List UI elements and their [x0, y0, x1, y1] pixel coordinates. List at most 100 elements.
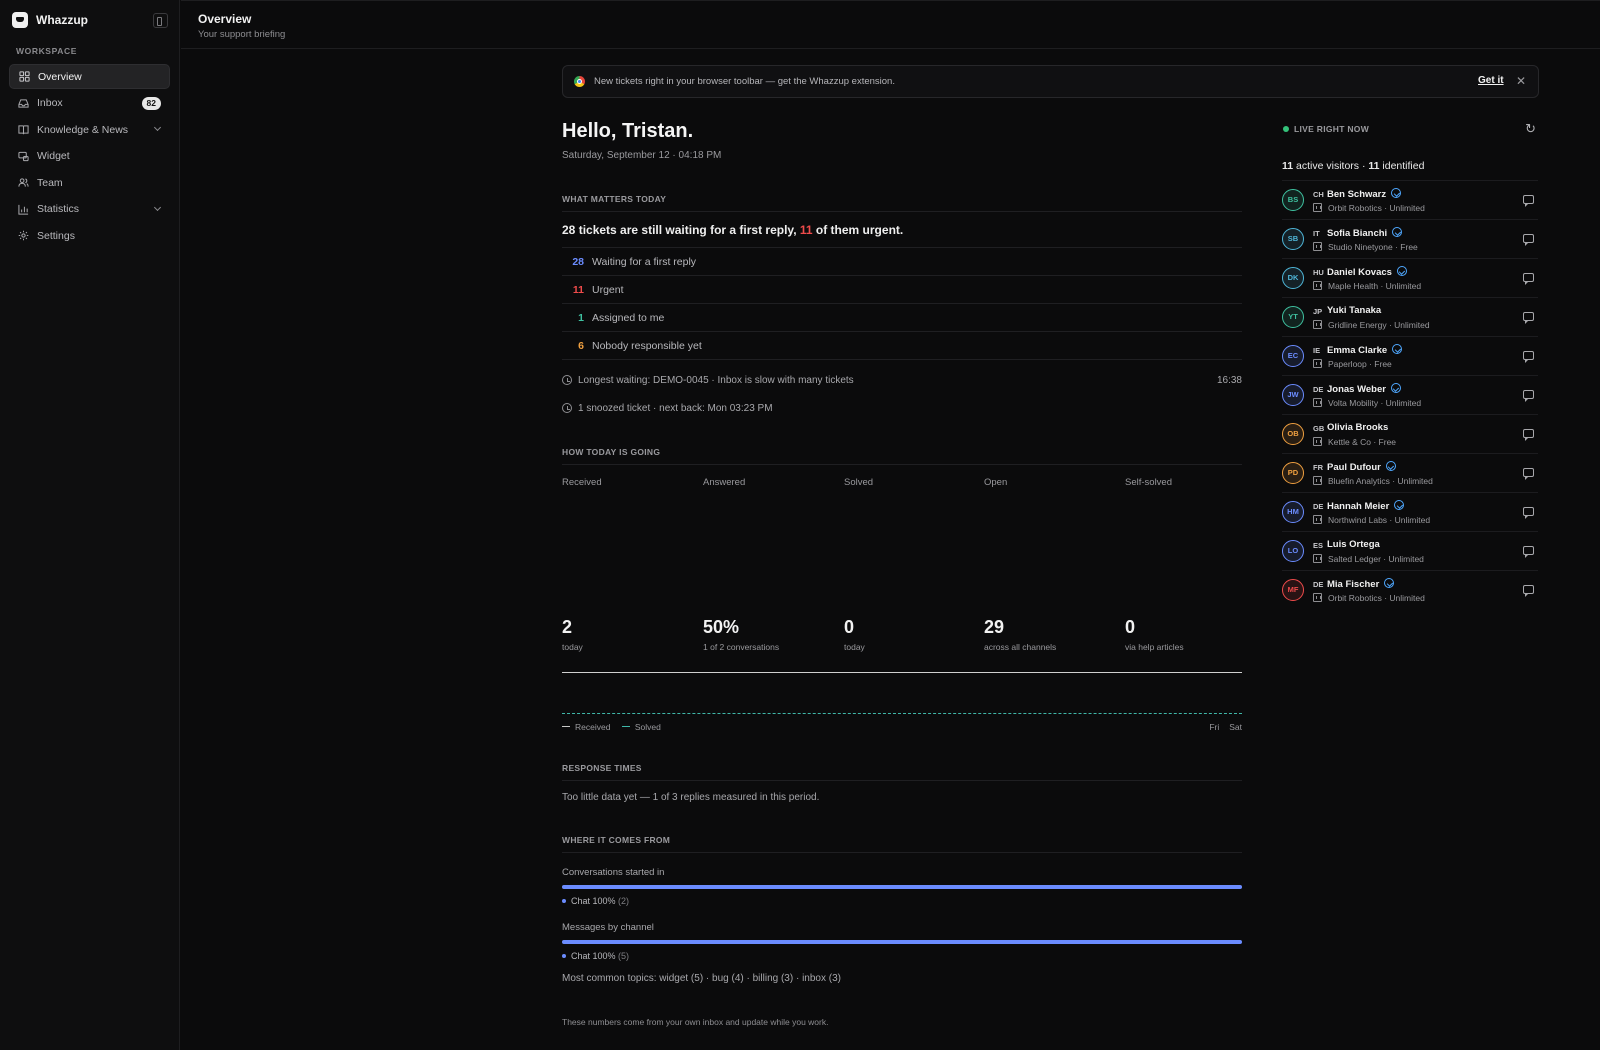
sidebar-item-label: Statistics [37, 203, 80, 215]
visitor-row[interactable]: LO ES Luis Ortega Salted Ledger · Unlimited [1282, 531, 1538, 570]
avatar: LO [1282, 540, 1304, 562]
avatar: MF [1282, 579, 1304, 601]
avatar: JW [1282, 384, 1304, 406]
chat-icon[interactable] [1523, 390, 1534, 402]
whazzup-logo-icon [12, 12, 28, 28]
active-count: 11 [1282, 160, 1294, 172]
conversations-bar-fill [562, 885, 1242, 889]
sidebar-item-label: Overview [38, 70, 82, 83]
snoozed-info[interactable]: 1 snoozed ticket · next back: Mon 03:23 … [562, 403, 773, 414]
visitor-name-text: Emma Clarke [1327, 345, 1388, 356]
chat-icon[interactable] [1523, 234, 1534, 246]
stat-sub: today [844, 642, 865, 652]
chat-icon[interactable] [1523, 546, 1534, 558]
visitor-row[interactable]: HM DE Hannah Meier Northwind Labs · Unlimit… [1282, 492, 1538, 531]
visitor-row[interactable]: YT JP Yuki Tanaka Gridline Energy · Unlimit… [1282, 297, 1538, 336]
legend-text: Chat 100% [571, 951, 616, 961]
chat-icon[interactable] [1523, 429, 1534, 441]
chat-icon[interactable] [1523, 195, 1534, 207]
building-icon [1313, 515, 1322, 524]
summary-count: 28 [562, 223, 576, 237]
chat-icon[interactable] [1523, 585, 1534, 597]
close-icon[interactable]: ✕ [1516, 74, 1526, 88]
metric-urgent[interactable]: 11 Urgent [562, 276, 1242, 304]
avatar: OB [1282, 423, 1304, 445]
stat-value: 50% [703, 617, 740, 637]
visitor-company: Maple Health · Unlimited [1328, 281, 1422, 291]
visitor-company: Paperloop · Free [1328, 359, 1392, 369]
get-extension-link[interactable]: Get it [1478, 75, 1504, 86]
chevron-down-icon[interactable] [153, 123, 162, 132]
longest-waiting[interactable]: Longest waiting: DEMO-0045 · Inbox is sl… [562, 375, 854, 386]
visitor-name-text: Jonas Weber [1327, 384, 1386, 395]
sidebar-item-inbox[interactable]: Inbox 82 [9, 91, 170, 116]
visitor-row[interactable]: BS CH Ben Schwarz Orbit Robotics · Unlimite… [1282, 180, 1538, 219]
chat-dot [562, 954, 566, 958]
visitor-row[interactable]: EC IE Emma Clarke Paperloop · Free [1282, 336, 1538, 375]
metric-assigned[interactable]: 1 Assigned to me [562, 304, 1242, 332]
stat-received: Received 2 today [562, 477, 702, 652]
visitor-name: Yuki Tanaka [1327, 305, 1381, 316]
conversations-bar [562, 885, 1242, 889]
visitor-name: Jonas Weber [1327, 383, 1401, 395]
visitor-row[interactable]: JW DE Jonas Weber Volta Mobility · Unlimite… [1282, 375, 1538, 414]
greeting-date: Saturday, September 12 · 04:18 PM [562, 150, 722, 161]
collapse-sidebar-icon[interactable] [153, 13, 168, 28]
chart-legend: Received Solved [562, 722, 661, 732]
sidebar-item-settings[interactable]: Settings [9, 223, 170, 248]
refresh-icon[interactable]: ↻ [1525, 121, 1536, 137]
country-code: IE [1313, 346, 1321, 355]
visitor-row[interactable]: PD FR Paul Dufour Bluefin Analytics · Unlim… [1282, 453, 1538, 492]
sidebar-item-statistics[interactable]: Statistics [9, 197, 170, 222]
visitor-name-text: Luis Ortega [1327, 539, 1380, 550]
building-icon [1313, 437, 1322, 446]
metric-value: 11 [572, 284, 584, 296]
conversations-started-label: Conversations started in [562, 867, 665, 878]
sidebar-item-label: Inbox [37, 97, 63, 109]
visitor-row[interactable]: DK HU Daniel Kovacs Maple Health · Unlimite… [1282, 258, 1538, 297]
country-code: FR [1313, 463, 1323, 472]
chat-icon[interactable] [1523, 273, 1534, 285]
bar-chart-icon [18, 204, 29, 215]
gear-icon [18, 230, 29, 241]
visitor-name: Luis Ortega [1327, 539, 1380, 550]
visitor-row[interactable]: MF DE Mia Fischer Orbit Robotics · Unlimite… [1282, 570, 1538, 609]
stat-value: 2 [562, 617, 573, 637]
chat-icon[interactable] [1523, 468, 1534, 480]
visitor-company: Orbit Robotics · Unlimited [1328, 203, 1425, 213]
x-tick: Fri [1209, 722, 1220, 732]
legend-count: (2) [618, 896, 630, 906]
live-label: LIVE RIGHT NOW [1294, 124, 1370, 134]
summary-end: of them urgent. [812, 223, 904, 237]
metric-nobody[interactable]: 6 Nobody responsible yet [562, 332, 1242, 360]
visitor-row[interactable]: SB IT Sofia Bianchi Studio Ninetyone · Free [1282, 219, 1538, 258]
chat-icon[interactable] [1523, 507, 1534, 519]
sidebar-item-overview[interactable]: Overview [9, 64, 170, 89]
chat-icon[interactable] [1523, 312, 1534, 324]
stat-open: Open 29 across all channels [984, 477, 1124, 652]
solved-series-line [562, 713, 1242, 714]
footnote: These numbers come from your own inbox a… [562, 1017, 829, 1027]
inbox-icon [18, 98, 29, 109]
clock-icon [562, 375, 572, 385]
visitor-name-text: Ben Schwarz [1327, 189, 1387, 200]
page-subtitle: Your support briefing [198, 29, 286, 40]
sidebar-item-widget[interactable]: Widget [9, 144, 170, 169]
section-what-matters: WHAT MATTERS TODAY [562, 194, 667, 204]
summary-mid: tickets are still waiting for a first re… [575, 223, 800, 237]
x-tick: Sat [1229, 722, 1242, 732]
avatar: SB [1282, 228, 1304, 250]
chat-icon[interactable] [1523, 351, 1534, 363]
verified-icon [1385, 461, 1396, 471]
metric-waiting[interactable]: 28 Waiting for a first reply [562, 248, 1242, 276]
verified-icon [1392, 344, 1403, 354]
sidebar-item-knowledge-news[interactable]: Knowledge & News [9, 117, 170, 142]
visitor-name: Paul Dufour [1327, 461, 1396, 473]
chat-dot [562, 899, 566, 903]
sidebar-item-team[interactable]: Team [9, 170, 170, 195]
brand[interactable]: Whazzup [12, 12, 88, 28]
chevron-down-icon[interactable] [153, 203, 162, 211]
today-summary: 28 tickets are still waiting for a first… [562, 223, 903, 237]
verified-icon [1392, 227, 1403, 237]
visitor-row[interactable]: OB GB Olivia Brooks Kettle & Co · Free [1282, 414, 1538, 453]
